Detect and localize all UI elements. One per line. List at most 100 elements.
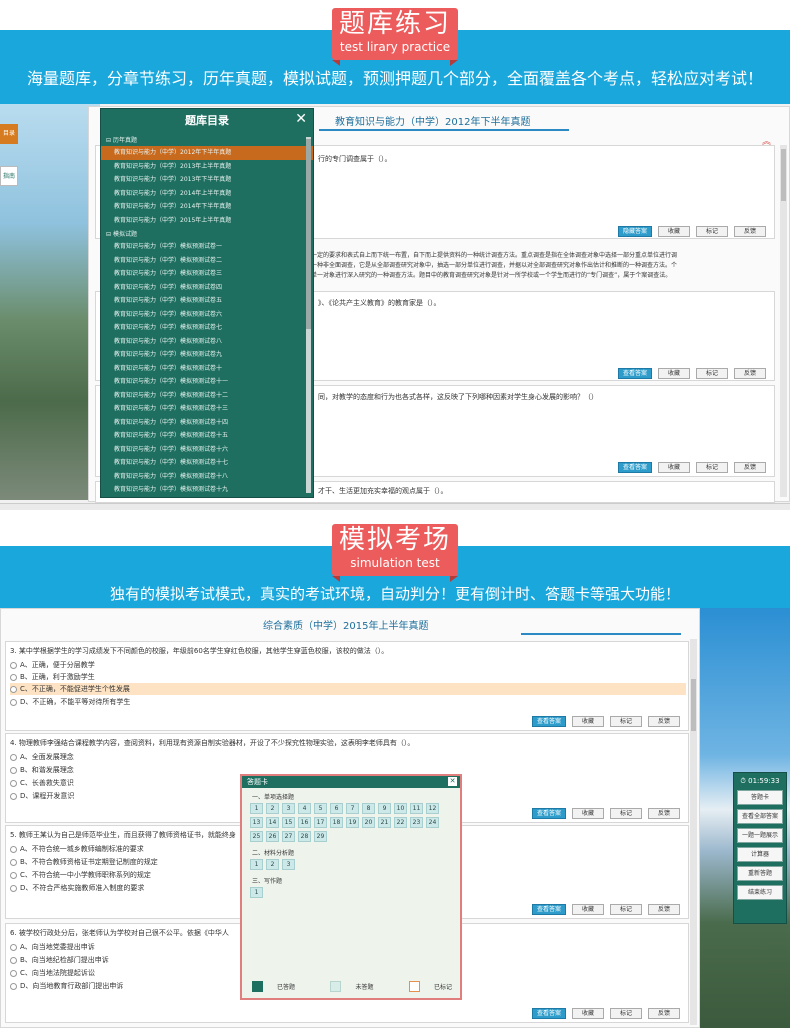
restart-button[interactable]: 重新答题 xyxy=(737,866,783,881)
one-by-one-button[interactable]: 一题一题展示 xyxy=(737,828,783,843)
radio-button[interactable] xyxy=(10,753,17,761)
radio-button[interactable] xyxy=(10,779,17,787)
radio-button[interactable] xyxy=(10,956,17,964)
scrollbar-thumb[interactable] xyxy=(781,149,786,201)
answer-number[interactable]: 12 xyxy=(426,803,439,814)
answer-number[interactable]: 3 xyxy=(282,859,295,870)
feedback-button[interactable]: 反馈 xyxy=(648,1008,680,1019)
answer-number[interactable]: 3 xyxy=(282,803,295,814)
answer-number[interactable]: 6 xyxy=(330,803,343,814)
mark-button[interactable]: 标记 xyxy=(610,1008,642,1019)
answer-number[interactable]: 22 xyxy=(394,817,407,828)
radio-button[interactable] xyxy=(10,845,17,853)
answer-number[interactable]: 18 xyxy=(330,817,343,828)
catalog-item[interactable]: 教育知识与能力（中学）模拟预测试卷三 xyxy=(101,267,313,281)
catalog-item[interactable]: 教育知识与能力（中学）2015年上半年真题 xyxy=(101,214,313,228)
catalog-item[interactable]: 教育知识与能力（中学）模拟预测试卷七 xyxy=(101,321,313,335)
answer-number[interactable]: 10 xyxy=(394,803,407,814)
catalog-item[interactable]: 教育知识与能力（中学）模拟预测试卷十六 xyxy=(101,443,313,457)
catalog-group-past[interactable]: ⊟ 历年真题 xyxy=(101,133,313,146)
option-b[interactable]: B、不符合教师资格证书定期登记制度的规定 xyxy=(10,857,158,867)
view-all-answers-button[interactable]: 查看全部答案 xyxy=(737,809,783,824)
favorite-button[interactable]: 收藏 xyxy=(572,904,604,915)
answer-number[interactable]: 15 xyxy=(282,817,295,828)
catalog-item[interactable]: 教育知识与能力（中学）2013年上半年真题 xyxy=(101,160,313,174)
answer-number[interactable]: 7 xyxy=(346,803,359,814)
answer-card-button[interactable]: 答题卡 xyxy=(737,790,783,805)
feedback-button[interactable]: 反馈 xyxy=(648,716,680,727)
catalog-item[interactable]: 教育知识与能力（中学）模拟预测试卷十八 xyxy=(101,470,313,484)
option-b[interactable]: B、正确，利于激励学生 xyxy=(10,672,95,682)
radio-button[interactable] xyxy=(10,698,17,706)
scrollbar[interactable] xyxy=(690,639,697,1025)
side-tab-catalog[interactable]: 目录 xyxy=(0,124,18,144)
answer-number[interactable]: 1 xyxy=(250,859,263,870)
answer-number[interactable]: 25 xyxy=(250,831,263,842)
option-d[interactable]: D、课程开发意识 xyxy=(10,791,74,801)
answer-number[interactable]: 2 xyxy=(266,859,279,870)
feedback-button[interactable]: 反馈 xyxy=(734,462,766,473)
answer-number[interactable]: 2 xyxy=(266,803,279,814)
catalog-item[interactable]: 教育知识与能力（中学）模拟预测试卷十五 xyxy=(101,429,313,443)
catalog-item[interactable]: 教育知识与能力（中学）模拟预测试卷十四 xyxy=(101,416,313,430)
close-icon[interactable]: ✕ xyxy=(295,111,307,127)
feedback-button[interactable]: 反馈 xyxy=(648,904,680,915)
mark-button[interactable]: 标记 xyxy=(610,904,642,915)
answer-number[interactable]: 13 xyxy=(250,817,263,828)
catalog-item[interactable]: 教育知识与能力（中学）模拟预测试卷十二 xyxy=(101,389,313,403)
radio-button[interactable] xyxy=(10,661,17,669)
answer-number[interactable]: 23 xyxy=(410,817,423,828)
answer-number[interactable]: 8 xyxy=(362,803,375,814)
view-answer-button[interactable]: 查看答案 xyxy=(531,716,566,727)
option-c-selected[interactable]: C、不正确，不能促进学生个性发展 xyxy=(10,683,686,695)
catalog-item[interactable]: 教育知识与能力（中学）2012年下半年真题 xyxy=(101,146,313,160)
catalog-item[interactable]: 教育知识与能力（中学）模拟预测试卷十三 xyxy=(101,402,313,416)
scrollbar-thumb[interactable] xyxy=(691,679,696,731)
answer-number[interactable]: 9 xyxy=(378,803,391,814)
favorite-button[interactable]: 收藏 xyxy=(572,808,604,819)
radio-button[interactable] xyxy=(10,943,17,951)
catalog-item[interactable]: 教育知识与能力（中学）模拟预测试卷九 xyxy=(101,348,313,362)
option-c[interactable]: C、长善救失意识 xyxy=(10,778,74,788)
catalog-group-mock[interactable]: ⊟ 模拟试题 xyxy=(101,227,313,240)
answer-number[interactable]: 21 xyxy=(378,817,391,828)
favorite-button[interactable]: 收藏 xyxy=(658,368,690,379)
answer-number[interactable]: 29 xyxy=(314,831,327,842)
catalog-item[interactable]: 教育知识与能力（中学）模拟预测试卷八 xyxy=(101,335,313,349)
answer-number[interactable]: 14 xyxy=(266,817,279,828)
catalog-item[interactable]: 教育知识与能力（中学）2014年上半年真题 xyxy=(101,187,313,201)
favorite-button[interactable]: 收藏 xyxy=(572,1008,604,1019)
feedback-button[interactable]: 反馈 xyxy=(734,368,766,379)
option-c[interactable]: C、向当地法院提起诉讼 xyxy=(10,968,95,978)
option-a[interactable]: A、不符合统一城乡教师编制标准的要求 xyxy=(10,844,144,854)
view-answer-button[interactable]: 查看答案 xyxy=(531,808,566,819)
finish-button[interactable]: 结束练习 xyxy=(737,885,783,900)
answer-number[interactable]: 1 xyxy=(250,803,263,814)
mark-button[interactable]: 标记 xyxy=(696,462,728,473)
option-b[interactable]: B、向当地纪检部门提出申诉 xyxy=(10,955,109,965)
radio-button[interactable] xyxy=(10,766,17,774)
answer-number[interactable]: 17 xyxy=(314,817,327,828)
radio-button[interactable] xyxy=(10,673,17,681)
scrollbar[interactable] xyxy=(780,145,787,497)
favorite-button[interactable]: 收藏 xyxy=(658,462,690,473)
answer-number[interactable]: 20 xyxy=(362,817,375,828)
catalog-item[interactable]: 教育知识与能力（中学）模拟预测试卷十九 xyxy=(101,483,313,497)
catalog-scrollbar-thumb[interactable] xyxy=(306,139,311,329)
answer-number[interactable]: 27 xyxy=(282,831,295,842)
option-a[interactable]: A、正确，便于分层教学 xyxy=(10,660,95,670)
mark-button[interactable]: 标记 xyxy=(696,368,728,379)
side-tab-guide[interactable]: 指南 xyxy=(0,166,18,186)
radio-button[interactable] xyxy=(10,969,17,977)
radio-button[interactable] xyxy=(10,858,17,866)
option-d[interactable]: D、不正确，不能平等对待所有学生 xyxy=(10,697,130,707)
calculator-button[interactable]: 计算器 xyxy=(737,847,783,862)
catalog-item[interactable]: 教育知识与能力（中学）模拟预测试卷十一 xyxy=(101,375,313,389)
option-d[interactable]: D、不符合严格实施教师准入制度的要求 xyxy=(10,883,144,893)
favorite-button[interactable]: 收藏 xyxy=(572,716,604,727)
answer-number[interactable]: 28 xyxy=(298,831,311,842)
catalog-item[interactable]: 教育知识与能力（中学）模拟预测试卷十七 xyxy=(101,456,313,470)
answer-number[interactable]: 4 xyxy=(298,803,311,814)
catalog-item[interactable]: 教育知识与能力（中学）2013年下半年真题 xyxy=(101,173,313,187)
catalog-item[interactable]: 教育知识与能力（中学）模拟预测试卷十 xyxy=(101,362,313,376)
